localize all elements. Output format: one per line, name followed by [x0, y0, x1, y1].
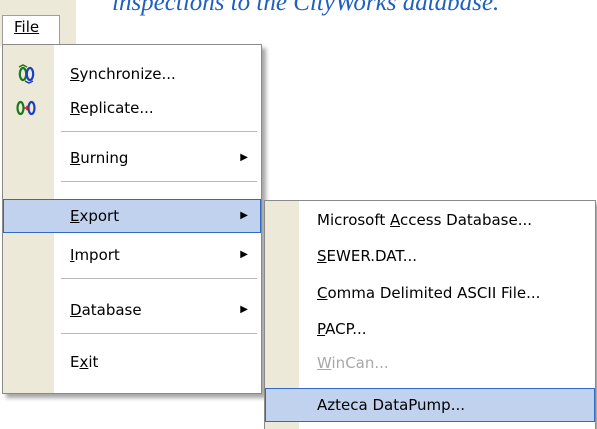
submenu-arrow-icon: ▶ — [240, 152, 248, 163]
menu-item-label: WinCan... — [317, 354, 389, 372]
synchronize-icon — [18, 64, 35, 84]
menu-separator — [61, 278, 257, 279]
submenu-item-wincan: WinCan... — [265, 346, 595, 380]
menu-item-label: Azteca DataPump... — [317, 396, 465, 414]
submenu-item-sewer-dat[interactable]: SEWER.DAT... — [265, 239, 595, 273]
menu-item-burning[interactable]: Burning ▶ — [3, 141, 261, 175]
menu-item-replicate[interactable]: Replicate... — [3, 91, 261, 125]
menu-item-export[interactable]: Export ▶ — [3, 199, 261, 233]
menu-separator — [61, 333, 257, 334]
menu-item-import[interactable]: Import ▶ — [3, 238, 261, 272]
menu-item-label: PACP... — [317, 320, 367, 338]
menu-item-label: Export — [70, 207, 120, 225]
export-submenu: Microsoft Access Database... SEWER.DAT..… — [264, 200, 596, 429]
submenu-item-microsoft-access[interactable]: Microsoft Access Database... — [265, 203, 595, 237]
menu-item-label: Comma Delimited ASCII File... — [317, 284, 541, 302]
replicate-icon — [16, 100, 36, 116]
file-menu: Synchronize... Replicate... Burning ▶ Ex… — [2, 44, 262, 394]
file-menu-label: File — [14, 18, 40, 36]
menu-item-database[interactable]: Database ▶ — [3, 293, 261, 327]
menu-separator — [61, 131, 257, 132]
submenu-item-pacp[interactable]: PACP... — [265, 312, 595, 346]
submenu-arrow-icon: ▶ — [240, 249, 248, 260]
menu-item-synchronize[interactable]: Synchronize... — [3, 57, 261, 91]
menu-item-exit[interactable]: Exit — [3, 345, 261, 379]
menu-item-label: Database — [70, 301, 142, 319]
menu-bar: File — [0, 0, 76, 46]
menu-item-label: Burning — [70, 149, 129, 167]
menu-item-label: Microsoft Access Database... — [317, 211, 533, 229]
menu-item-label: SEWER.DAT... — [317, 247, 418, 265]
caption-text: inspections to the CityWorks database. — [112, 0, 500, 16]
menu-item-label: Synchronize... — [70, 65, 176, 83]
submenu-item-azteca-datapump[interactable]: Azteca DataPump... — [265, 388, 595, 422]
menu-separator — [61, 181, 257, 182]
submenu-arrow-icon: ▶ — [240, 304, 248, 315]
menu-item-label: Replicate... — [70, 99, 154, 117]
submenu-item-comma-delimited[interactable]: Comma Delimited ASCII File... — [265, 276, 595, 310]
menu-item-label: Exit — [70, 353, 99, 371]
file-menu-button[interactable]: File — [2, 15, 60, 44]
menu-item-label: Import — [70, 246, 120, 264]
submenu-arrow-icon: ▶ — [240, 210, 248, 221]
